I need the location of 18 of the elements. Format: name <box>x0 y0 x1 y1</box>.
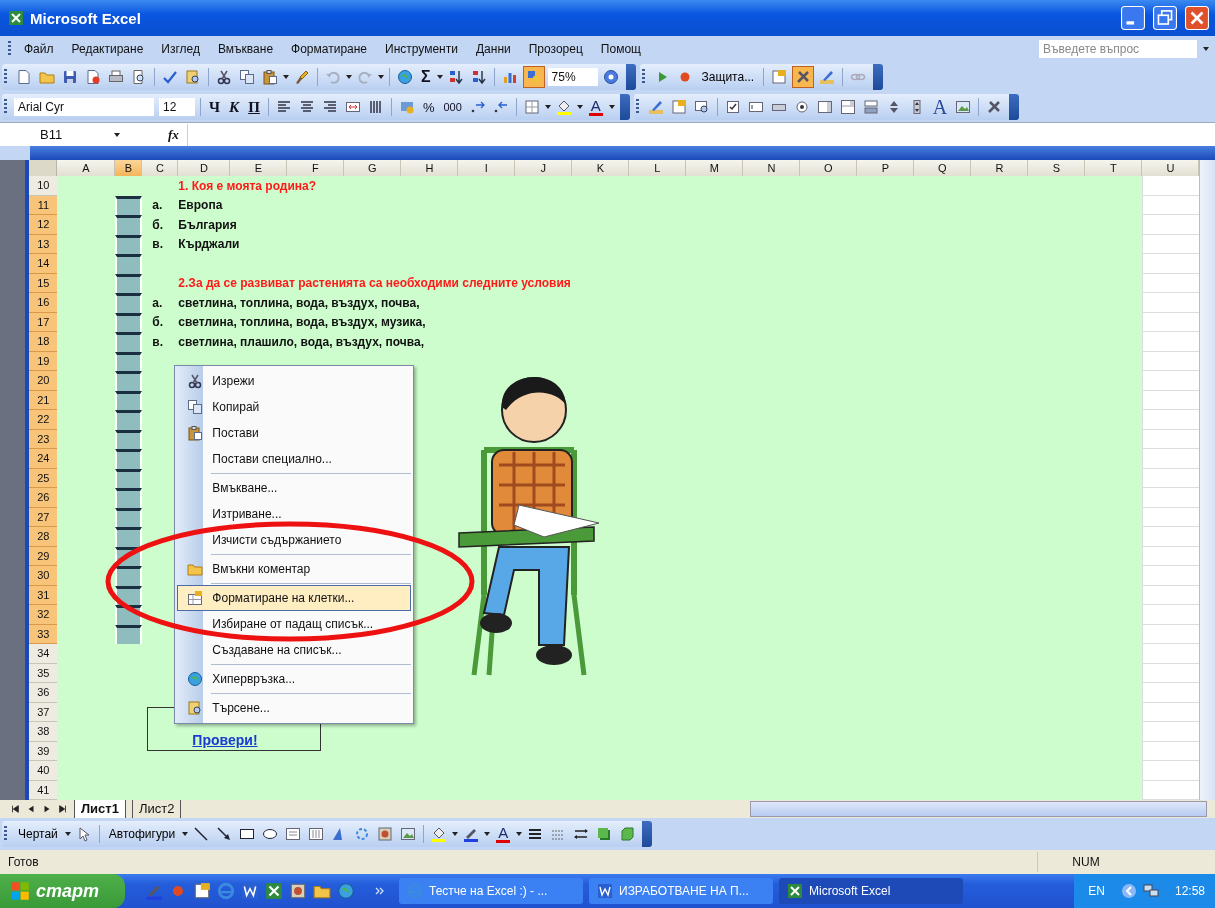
num-lock-indicator: NUM <box>1037 852 1134 872</box>
answer-letter: в. <box>152 334 164 349</box>
window-title: Microsoft Excel <box>30 9 141 27</box>
answer-letter: б. <box>152 315 164 330</box>
answer-letter: а. <box>152 198 163 213</box>
answer-text: светлина, плашило, вода, въздух, почва, <box>178 334 424 349</box>
answer-text: светлина, топлина, вода, въздух, музика, <box>178 315 426 330</box>
answer-text: Кърджали <box>178 237 240 252</box>
answer-letter: б. <box>152 217 164 232</box>
question-text: 2.За да се развиват растенията са необходими следните условия <box>178 276 571 291</box>
question-text: 1. Коя е моята родина? <box>178 178 317 193</box>
answer-letter: а. <box>152 295 163 310</box>
answer-text: България <box>178 217 237 232</box>
answer-letter: в. <box>152 237 164 252</box>
answer-text: Европа <box>178 198 223 213</box>
answer-text: светлина, топлина, вода, въздух, почва, <box>178 295 420 310</box>
status-text: Готов <box>8 855 39 869</box>
clock: 12:58 <box>1174 884 1205 898</box>
